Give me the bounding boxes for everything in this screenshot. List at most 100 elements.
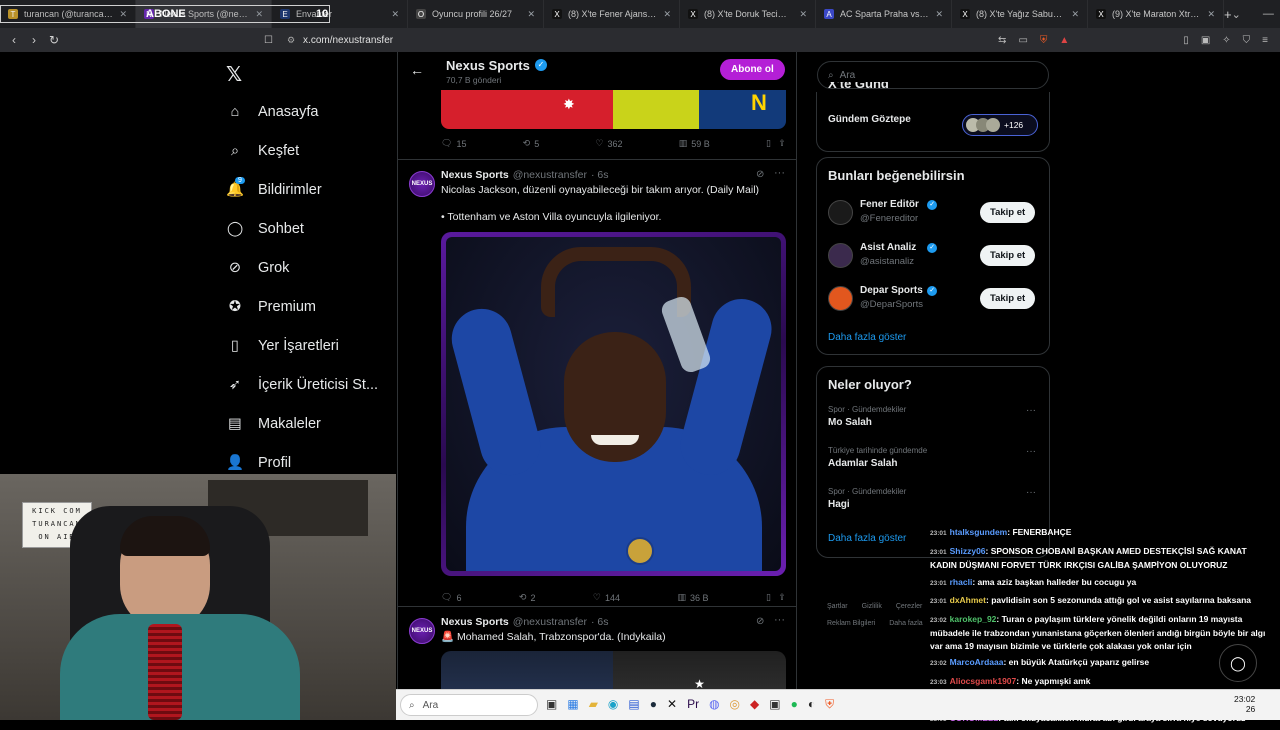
gundem-avatars[interactable]: +126 [962,114,1038,136]
nav-item[interactable]: 🔔 9 Bildirimler [222,170,392,209]
browser-tab[interactable]: X (8) X'te Doruk Tecimer: "📌 Va ✕ [680,0,816,28]
site-info-icon[interactable]: ⚙ [287,35,295,46]
tab-close-icon[interactable]: ✕ [527,9,535,20]
sidebar-icon[interactable]: ▯ [1183,35,1189,46]
browser-tab[interactable]: X (9) X'te Maraton Xtra: "#SICAK ✕ [1088,0,1224,28]
menu-icon[interactable]: ≡ [1262,35,1268,46]
extensions-icon[interactable]: ✧ [1222,35,1230,46]
follow-handle[interactable]: @DeparSports [860,299,923,310]
minimize-button[interactable]: — [1263,8,1274,21]
grok-icon[interactable]: ⊘ [756,169,764,180]
brave-icon[interactable]: ⛨ [825,697,834,712]
browser-tab[interactable]: X (8) X'te Yağız Sabuncuoğlu: "F ✕ [952,0,1088,28]
follow-handle[interactable]: @asistanaliz [860,256,914,267]
cast-icon[interactable]: ▭ [1018,35,1027,46]
browser-tab[interactable]: O Oyuncu profili 26/27 ✕ [408,0,544,28]
brave-shield-icon[interactable]: ⛨ [1040,35,1048,46]
nav-item[interactable]: ⌂ Anasayfa [222,92,392,131]
brave-rewards-icon[interactable]: ▲ [1059,35,1069,46]
footer-link[interactable]: Gizlilik [862,598,882,615]
tweet-photo[interactable] [441,232,786,576]
avatar[interactable]: NEXUS [409,171,435,197]
widgets-icon[interactable]: ▦ [567,697,578,712]
more-icon[interactable]: ··· [774,614,785,626]
chat-user[interactable]: Shizzy06 [950,546,986,556]
chat-user[interactable]: htalksgundem [950,527,1008,537]
nav-item[interactable]: ⌕ Keşfet [222,131,392,170]
nav-item[interactable]: ✪ Premium [222,287,392,326]
browser-tab[interactable]: A AC Sparta Praha vs Olympique ✕ [816,0,952,28]
forward-icon[interactable]: › [24,33,44,47]
task-view-icon[interactable]: ▣ [546,697,557,712]
gundem-label[interactable]: Gündem Göztepe [828,114,911,125]
tweet-time[interactable]: · 6s [591,616,609,628]
subscribe-button[interactable]: Abone ol [720,59,785,80]
bookmark-page-icon[interactable]: ☐ [264,35,273,46]
obs-icon[interactable]: ◐ [808,697,815,712]
footer-link[interactable]: Şartlar [827,598,848,615]
file-explorer-icon[interactable]: ▰ [589,697,598,712]
wallet-icon[interactable]: ▣ [1201,35,1210,46]
nav-item[interactable]: ▤ Makaleler [222,404,392,443]
follow-button[interactable]: Takip et [980,202,1036,223]
chat-user[interactable]: rhacli [950,577,973,587]
tweet-image-cut[interactable]: ✸ N [441,90,786,129]
browser-tab[interactable]: X (8) X'te Fener Ajans ™: "SON D ✕ [544,0,680,28]
follow-name[interactable]: Fener Editör [860,199,919,210]
show-more-link[interactable]: Daha fazla göster [828,332,906,343]
chat-user[interactable]: dxAhmet [950,595,986,605]
taskbar-search[interactable]: ⌕ Ara [400,694,538,716]
back-arrow-icon[interactable]: ← [410,62,424,78]
app-square-icon[interactable]: ▣ [769,697,780,712]
avatar[interactable] [828,243,853,268]
follow-button[interactable]: Takip et [980,288,1036,309]
chat-bubble-button[interactable]: ◯ [1219,644,1257,682]
avatar[interactable] [828,286,853,311]
tab-close-icon[interactable]: ✕ [391,9,399,20]
tab-close-icon[interactable]: ✕ [663,9,671,20]
bookmark-share-buttons[interactable]: ▯ ⇪ [766,592,786,603]
show-more-link[interactable]: Daha fazla göster [828,533,906,544]
tab-close-icon[interactable]: ✕ [1071,9,1079,20]
follow-name[interactable]: Depar Sports [860,285,923,296]
reply-button[interactable]: 🗨 6 [441,592,461,603]
trend-item[interactable]: Spor · Gündemdekiler Hagi ··· [828,487,1040,523]
like-button[interactable]: ♡ 362 [595,138,622,149]
back-icon[interactable]: ‹ [4,33,24,47]
footer-link[interactable]: Çerezler [896,598,922,615]
avatar[interactable]: NEXUS [409,618,435,644]
follow-suggestion[interactable]: Asist Analiz ✓ @asistanaliz Takip et [828,241,1040,275]
tweet-author-handle[interactable]: @nexustransfer [513,616,587,628]
footer-link[interactable]: Reklam Bilgileri [827,615,875,632]
trend-item[interactable]: Türkiye tarihinde gündemde Adamlar Salah ·… [828,446,1040,482]
tweet[interactable]: NEXUS Nexus Sports @nexustransfer · 6s ⊘… [398,159,796,606]
trend-more-icon[interactable]: ··· [1026,446,1036,457]
chat-user[interactable]: Aliocsgamk1907 [950,676,1017,686]
more-icon[interactable]: ··· [774,167,785,179]
new-tab-button[interactable]: + [1224,7,1232,22]
edge-icon[interactable]: ◉ [608,697,618,712]
translate-icon[interactable]: ⇆ [998,35,1006,46]
bookmark-share-buttons[interactable]: ▯ ⇪ [766,138,786,149]
follow-suggestion[interactable]: Fener Editör ✓ @Fenereditor Takip et [828,198,1040,232]
views-stat[interactable]: ▥ 59 B [679,138,710,149]
taskbar-clock[interactable]: 23:02 26 [1234,694,1255,714]
steam-icon[interactable]: ● [650,697,657,712]
vpn-icon[interactable]: ⛉ [1243,35,1251,46]
retweet-button[interactable]: ⟲ 2 [519,592,536,603]
follow-handle[interactable]: @Fenereditor [860,213,918,224]
trend-item[interactable]: Spor · Gündemdekiler Mo Salah ··· [828,405,1040,441]
tab-close-icon[interactable]: ✕ [1207,9,1215,20]
store-icon[interactable]: ▤ [628,697,639,712]
tab-list-icon[interactable]: ⌄ [1232,8,1241,21]
chrome-icon[interactable]: ◎ [730,697,740,712]
tab-close-icon[interactable]: ✕ [799,9,807,20]
tweet-author-name[interactable]: Nexus Sports [441,169,509,181]
follow-name[interactable]: Asist Analiz [860,242,916,253]
url-text[interactable]: x.com/nexustransfer [303,35,393,46]
reload-icon[interactable]: ↻ [44,33,64,47]
grok-icon[interactable]: ⊘ [756,616,764,627]
spotify-icon[interactable]: ● [791,697,798,712]
like-button[interactable]: ♡ 144 [593,592,620,603]
nav-item[interactable]: ▯ Yer İşaretleri [222,326,392,365]
